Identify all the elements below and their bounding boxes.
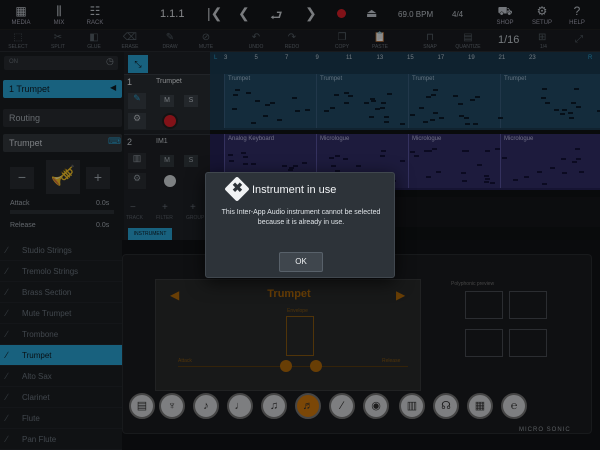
close-mark-icon: ✖ — [232, 180, 243, 195]
alert-dialog: ✖ Instrument in use This Inter-App Audio… — [205, 172, 395, 278]
dialog-message: This Inter-App Audio instrument cannot b… — [221, 209, 381, 226]
dialog-title: Instrument in use — [252, 184, 337, 196]
ok-button[interactable]: OK — [279, 252, 323, 272]
